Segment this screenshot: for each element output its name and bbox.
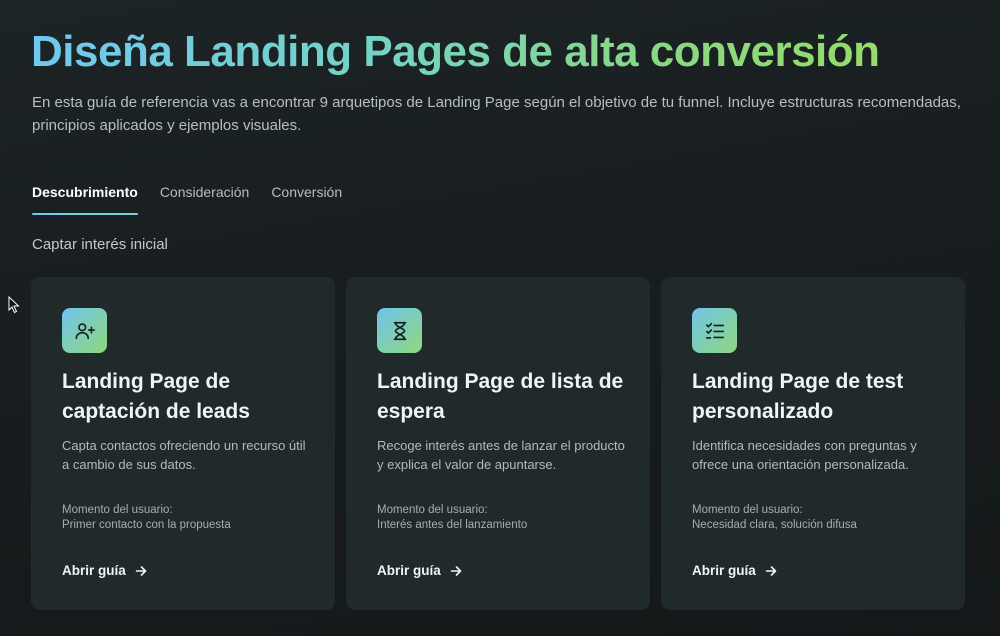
- open-guide-link[interactable]: Abrir guía: [692, 563, 777, 578]
- card-description: Identifica necesidades con preguntas y o…: [692, 438, 917, 472]
- user-plus-icon: [62, 308, 107, 353]
- card-title: Landing Page de lista de espera: [377, 370, 624, 423]
- tab-consideracion[interactable]: Consideración: [160, 184, 250, 215]
- card-moment-label: Momento del usuario:: [62, 504, 173, 516]
- open-guide-label: Abrir guía: [377, 563, 441, 578]
- card-grid: Landing Page de captación de leads Capta…: [31, 277, 965, 610]
- card-moment-value: Primer contacto con la propuesta: [62, 519, 231, 531]
- arrow-right-icon: [450, 565, 462, 576]
- arrow-right-icon: [765, 565, 777, 576]
- open-guide-label: Abrir guía: [62, 563, 126, 578]
- card-waitlist: Landing Page de lista de espera Recoge i…: [346, 277, 650, 610]
- open-guide-link[interactable]: Abrir guía: [377, 563, 462, 578]
- card-moment-label: Momento del usuario:: [692, 504, 803, 516]
- open-guide-label: Abrir guía: [692, 563, 756, 578]
- page-title: Diseña Landing Pages de alta conversión: [31, 27, 880, 76]
- card-moment-value: Interés antes del lanzamiento: [377, 519, 528, 531]
- open-guide-link[interactable]: Abrir guía: [62, 563, 147, 578]
- arrow-right-icon: [135, 565, 147, 576]
- card-moment-value: Necesidad clara, solución difusa: [692, 519, 857, 531]
- card-title: Landing Page de test personalizado: [692, 370, 904, 423]
- mouse-cursor-icon: [8, 296, 20, 314]
- card-description: Capta contactos ofreciendo un recurso út…: [62, 438, 306, 472]
- tab-descubrimiento[interactable]: Descubrimiento: [32, 184, 138, 215]
- card-title: Landing Page de captación de leads: [62, 370, 250, 423]
- tab-conversion[interactable]: Conversión: [271, 184, 342, 215]
- page-subtitle: En esta guía de referencia vas a encontr…: [32, 94, 961, 134]
- section-heading: Captar interés inicial: [32, 236, 168, 253]
- card-moment-label: Momento del usuario:: [377, 504, 488, 516]
- checklist-icon: [692, 308, 737, 353]
- card-lead-capture: Landing Page de captación de leads Capta…: [31, 277, 335, 610]
- card-personalized-test: Landing Page de test personalizado Ident…: [661, 277, 965, 610]
- card-description: Recoge interés antes de lanzar el produc…: [377, 438, 625, 472]
- funnel-tabs: Descubrimiento Consideración Conversión: [32, 184, 342, 215]
- hourglass-icon: [377, 308, 422, 353]
